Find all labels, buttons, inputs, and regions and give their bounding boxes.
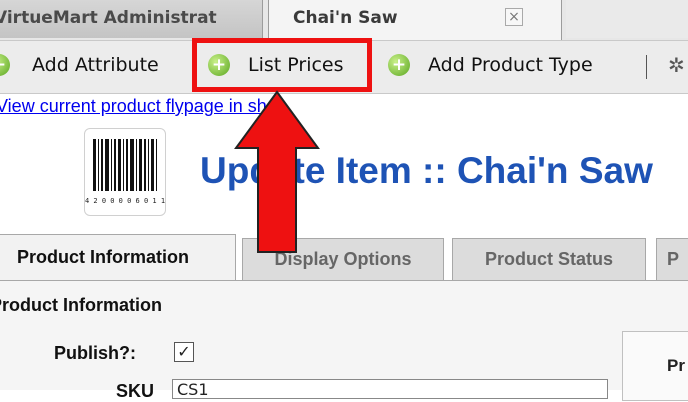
add-circle-icon: + [208,54,230,76]
tab-strip-empty-area [566,0,688,38]
barcode-icon: 4 2 0 0 0 0 6 0 1 1 [84,128,166,216]
add-attribute-button[interactable]: + Add Attribute [0,51,178,81]
tab-virtuemart-admin[interactable]: VirtueMart Administrat [0,0,263,38]
add-product-type-button[interactable]: + Add Product Type [388,51,638,81]
add-circle-icon: + [0,54,10,76]
gear-icon[interactable]: ✲ [668,53,685,77]
list-prices-button[interactable]: + List Prices [208,51,368,81]
red-arrow-annotation [234,90,320,253]
publish-label: Publish?: [54,343,136,363]
list-prices-label: List Prices [248,54,344,76]
publish-checkbox[interactable]: ✓ [174,342,194,362]
tab-product-status[interactable]: Product Status [452,238,646,280]
section-tabs: Product Information Display Options Prod… [0,234,688,280]
right-panel-label: Pr [667,356,685,375]
tab-chain-saw-label: Chai'n Saw [293,8,398,28]
tab-more[interactable]: P [656,238,688,280]
tab-chain-saw[interactable]: Chai'n Saw × [268,0,562,40]
tab-product-information[interactable]: Product Information [0,234,236,280]
close-icon[interactable]: × [505,8,523,26]
tab-virtuemart-admin-label: VirtueMart Administrat [0,8,217,28]
add-attribute-label: Add Attribute [32,54,159,76]
sku-label: SKU [116,381,155,401]
barcode-digits: 4 2 0 0 0 0 6 0 1 1 [85,197,165,205]
browser-tab-strip: VirtueMart Administrat Chai'n Saw × [0,0,688,40]
add-circle-icon: + [388,54,410,76]
add-product-type-label: Add Product Type [428,54,593,76]
section-title: Product Information [0,295,162,315]
toolbar: + Add Attribute + List Prices + Add Prod… [0,40,688,94]
right-panel: Pr [622,331,688,401]
sku-input[interactable] [172,379,608,399]
product-form: Product Information Publish?: ✓ Pr SKU [0,280,688,401]
toolbar-separator [646,55,647,79]
